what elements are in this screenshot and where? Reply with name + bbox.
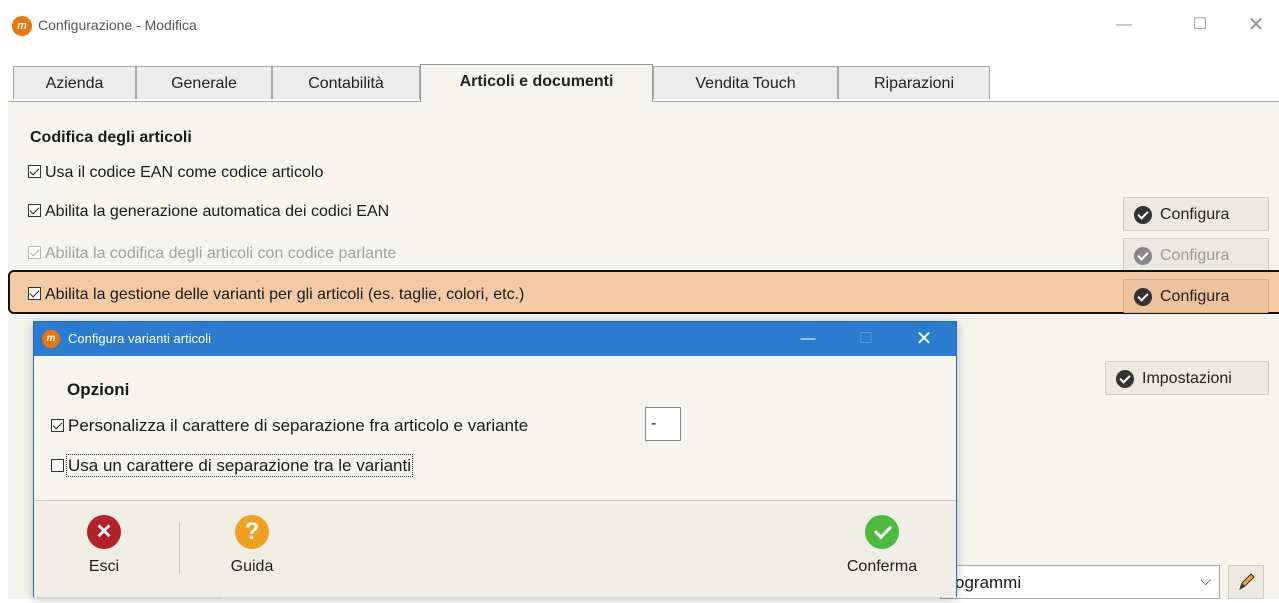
option-label: Abilita la generazione automatica dei co… [45, 203, 390, 220]
button-label: Configura [1160, 206, 1230, 223]
tab-contabilita[interactable]: Contabilità [272, 66, 420, 99]
tab-generale[interactable]: Generale [136, 66, 272, 99]
options-title: Opzioni [67, 380, 130, 399]
pencil-icon [1239, 573, 1255, 591]
toolbar-divider [179, 523, 180, 573]
configure-variants-dialog: m Configura varianti articoli — ☐ ✕ Opzi… [33, 321, 957, 597]
tab-riparazioni[interactable]: Riparazioni [838, 66, 990, 99]
close-button[interactable]: ✕ [1236, 10, 1276, 40]
checkbox-checked-disabled [28, 246, 41, 259]
dialog-title: Configura varianti articoli [68, 331, 212, 346]
tab-articoli-documenti[interactable]: Articoli e documenti [420, 64, 653, 102]
minimize-button[interactable]: — [1104, 10, 1144, 40]
window-title: Configurazione - Modifica [38, 17, 197, 33]
impostazioni-button[interactable]: Impostazioni [1105, 361, 1269, 395]
check-circle-icon [1116, 370, 1134, 388]
button-label: Configura [1160, 247, 1230, 264]
option-label: Personalizza il carattere di separazione… [68, 416, 529, 435]
confirm-button[interactable]: Conferma [832, 515, 932, 585]
check-circle-icon [1134, 247, 1152, 265]
check-circle-icon [865, 515, 899, 549]
app-logo-icon: m [42, 330, 60, 348]
option-codice-parlante: Abilita la codifica degli articoli con c… [28, 245, 396, 263]
checkbox-unchecked[interactable] [51, 459, 64, 472]
separator-input[interactable]: - [645, 407, 681, 441]
button-label: Esci [88, 558, 120, 575]
button-label: Guida [230, 558, 274, 575]
checkbox-checked[interactable] [28, 204, 41, 217]
button-label: Configura [1160, 288, 1230, 305]
dialog-minimize-button[interactable]: — [788, 326, 828, 352]
exit-button[interactable]: ✕ Esci [54, 515, 154, 585]
app-logo-icon: m [12, 16, 32, 36]
button-label: Conferma [846, 558, 918, 575]
option-ean-generation[interactable]: Abilita la generazione automatica dei co… [28, 203, 389, 221]
check-circle-icon [1134, 206, 1152, 224]
tab-vendita-touch[interactable]: Vendita Touch [653, 66, 838, 99]
configure-ean-button[interactable]: Configura [1123, 197, 1269, 231]
button-label: Impostazioni [1142, 370, 1232, 387]
help-icon: ? [235, 515, 269, 549]
section-title: Codifica degli articoli [30, 129, 192, 146]
checkbox-checked[interactable] [28, 287, 41, 300]
close-circle-icon: ✕ [87, 515, 121, 549]
chevron-down-icon: ⌵ [1200, 572, 1211, 588]
option-label: Abilita la codifica degli articoli con c… [45, 245, 397, 262]
check-circle-icon [1134, 288, 1152, 306]
option-variant-separator[interactable]: Usa un carattere di separazione tra le v… [51, 454, 414, 477]
option-label: Abilita la gestione delle varianti per g… [45, 286, 525, 303]
maximize-button[interactable]: ☐ [1180, 10, 1220, 40]
option-custom-separator[interactable]: Personalizza il carattere di separazione… [51, 416, 528, 436]
checkbox-checked[interactable] [28, 165, 41, 178]
configure-varianti-button[interactable]: Configura [1123, 279, 1269, 313]
edit-button[interactable] [1228, 565, 1264, 599]
checkbox-checked[interactable] [51, 419, 64, 432]
configure-codice-parlante-button: Configura [1123, 238, 1269, 272]
help-button[interactable]: ? Guida [202, 515, 302, 585]
option-label: Usa un carattere di separazione tra le v… [65, 454, 414, 477]
option-ean-code[interactable]: Usa il codice EAN come codice articolo [28, 164, 323, 182]
dialog-titlebar: m Configura varianti articoli — ☐ ✕ [34, 322, 956, 356]
option-label: Usa il codice EAN come codice articolo [45, 164, 324, 181]
select-value: ogrammi [955, 573, 1022, 592]
dialog-close-button[interactable]: ✕ [904, 326, 944, 352]
dialog-toolbar: ✕ Esci ? Guida Conferma [34, 500, 956, 597]
program-select[interactable]: ogrammi ⌵ [940, 565, 1220, 599]
dialog-maximize-button: ☐ [859, 330, 873, 347]
tab-azienda[interactable]: Azienda [13, 66, 136, 99]
tab-strip: Azienda Generale Contabilità Articoli e … [0, 52, 1279, 102]
option-varianti[interactable]: Abilita la gestione delle varianti per g… [28, 286, 524, 304]
window-titlebar: m Configurazione - Modifica — ☐ ✕ [0, 0, 1279, 52]
